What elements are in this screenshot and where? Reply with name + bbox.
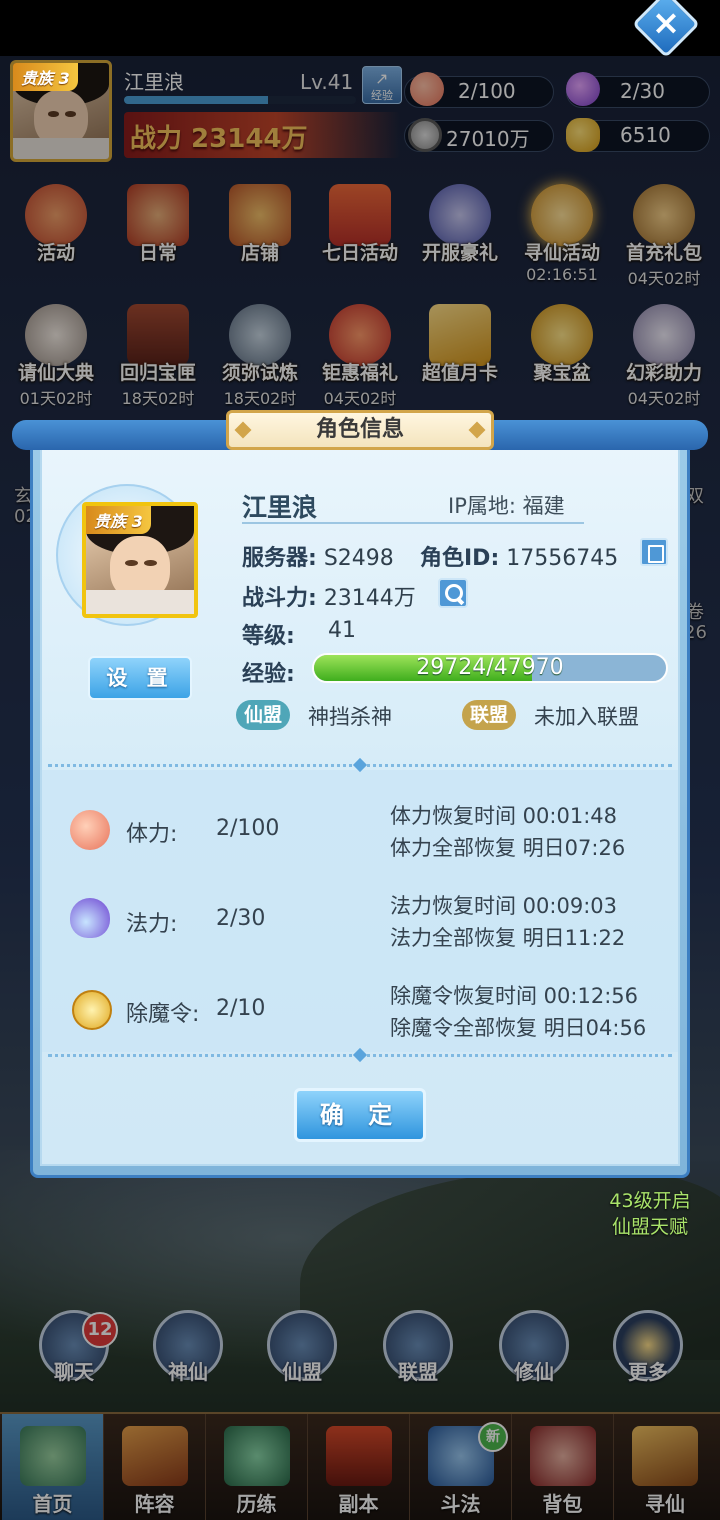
exp-label: 经验: [242, 662, 295, 687]
confirm-button[interactable]: 确 定 [294, 1088, 426, 1142]
token-full-recover: 除魔令全部恢复 明日04:56 [390, 1016, 647, 1040]
role-name: 江里浪 [242, 493, 318, 522]
name-divider [242, 522, 584, 524]
role-id-label: 角色ID: [420, 546, 500, 571]
alliance-name: 未加入联盟 [534, 705, 639, 729]
close-icon[interactable]: × [642, 0, 690, 48]
unlock-feature: 仙盟天赋 [611, 1216, 688, 1238]
combat-label: 战斗力: [242, 586, 317, 611]
token-icon [72, 990, 112, 1030]
level-label: 等级: [242, 624, 295, 649]
token-label: 除魔令: [126, 1002, 200, 1027]
server-label: 服务器: [242, 546, 317, 571]
ip-location: IP属地: 福建 [448, 490, 565, 520]
ip-value: 福建 [522, 494, 565, 518]
peach-icon [70, 810, 110, 850]
level-value: 41 [328, 618, 356, 643]
avatar-robe [86, 590, 194, 614]
alliance-tag: 联盟 [462, 700, 517, 730]
guild-name: 神挡杀神 [308, 705, 392, 729]
combat-value: 23144万 [323, 586, 416, 611]
guild-tag: 仙盟 [236, 700, 291, 730]
status-bar [0, 0, 720, 56]
settings-button[interactable]: 设 置 [88, 656, 192, 700]
ip-label: IP属地: [448, 494, 516, 518]
role-id-value: 17556745 [506, 546, 619, 571]
level-row: 等级: [242, 618, 295, 650]
dialog-avatar: 贵族 3 [82, 502, 198, 618]
token-amount: 2/10 [216, 996, 266, 1021]
stamina-recover-time: 体力恢复时间 00:01:48 [390, 804, 617, 828]
mana-full-recover: 法力全部恢复 明日11:22 [390, 926, 626, 950]
dialog-title: 角色信息 [315, 417, 404, 442]
mana-recover-time: 法力恢复时间 00:09:03 [390, 894, 617, 918]
flame-icon [70, 898, 110, 938]
exp-progress-text: 29724/47970 [416, 655, 564, 680]
unlock-level: 43级开启 [609, 1190, 691, 1212]
dialog-title-plate: 角色信息 [226, 410, 494, 450]
search-icon[interactable] [438, 578, 468, 608]
stamina-full-recover: 体力全部恢复 明日07:26 [390, 836, 626, 860]
server-row: 服务器: S2498 [242, 540, 394, 572]
mana-amount: 2/30 [216, 906, 266, 931]
copy-icon[interactable] [640, 538, 668, 566]
stamina-label: 体力: [126, 822, 178, 847]
guild-talent-unlock: 43级开启 仙盟天赋 [590, 1188, 710, 1240]
token-recover-time: 除魔令恢复时间 00:12:56 [390, 984, 638, 1008]
exp-row: 经验: [242, 656, 295, 688]
stamina-amount: 2/100 [216, 816, 280, 841]
combat-row: 战斗力: 23144万 [242, 580, 416, 612]
vip-tag: 贵族 3 [86, 506, 151, 534]
mana-label: 法力: [126, 912, 178, 937]
role-id-row: 角色ID: 17556745 [420, 540, 618, 572]
vip-tag: 贵族 3 [13, 63, 78, 91]
server-value: S2498 [323, 546, 394, 571]
